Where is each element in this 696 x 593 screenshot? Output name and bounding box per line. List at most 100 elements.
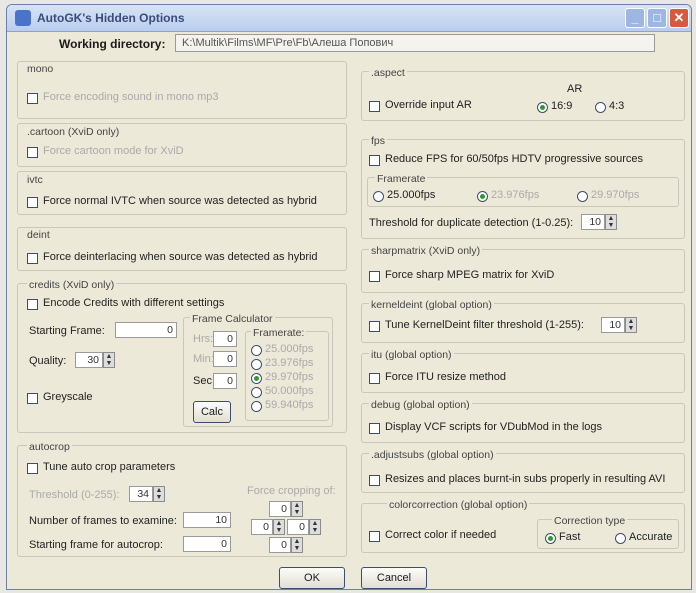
correction-radio-1[interactable] (615, 533, 626, 544)
duplicate-threshold-spinner[interactable]: ▲ ▼ (605, 214, 617, 230)
start-frame-input[interactable]: 0 (183, 536, 231, 552)
deint-checkbox[interactable] (27, 253, 38, 264)
autocrop-checkbox[interactable] (27, 463, 38, 474)
greyscale-checkbox[interactable] (27, 393, 38, 404)
fps-radio-2[interactable] (577, 191, 588, 202)
crop-right-spinner[interactable]: ▲ ▼ (309, 519, 321, 535)
colorcorrection-title: colorcorrection (global option) (387, 499, 530, 511)
frames-input[interactable]: 10 (183, 512, 231, 528)
fps-checkbox[interactable] (369, 155, 380, 166)
min-input[interactable]: 0 (213, 351, 237, 367)
calc-fps-radio-0[interactable] (251, 345, 262, 356)
fps-title: fps (369, 135, 388, 147)
ar-label: AR (567, 83, 583, 95)
aspect-label: Override input AR (385, 99, 472, 111)
ar-radio-0[interactable] (537, 102, 548, 113)
fps-label: Reduce FPS for 60/50fps HDTV progressive… (385, 153, 644, 165)
autocrop-label: Tune auto crop parameters (43, 461, 176, 473)
adjustsubs-title: .adjustsubs (global option) (369, 449, 496, 461)
maximize-button[interactable]: □ (647, 8, 667, 28)
crop-top-input[interactable]: 0 (269, 501, 291, 517)
debug-label: Display VCF scripts for VDubMod in the l… (385, 421, 603, 433)
calc-framerate-title: Framerate: (251, 327, 307, 339)
ok-button[interactable]: OK (279, 567, 345, 589)
cartoon-label: Force cartoon mode for XviD (43, 145, 184, 157)
fps-option-1: 23.976fps (491, 189, 540, 201)
fps-radio-1[interactable] (477, 191, 488, 202)
colorcorrection-checkbox[interactable] (369, 531, 380, 542)
aspect-title: .aspect (369, 67, 407, 79)
adjustsubs-checkbox[interactable] (369, 475, 380, 486)
deint-group (17, 227, 347, 271)
aspect-checkbox[interactable] (369, 101, 380, 112)
quality-input[interactable]: 30 (75, 352, 103, 368)
calc-fps-label-4: 59.940fps (265, 399, 314, 411)
kerneldeint-label: Tune KernelDeint filter threshold (1-255… (385, 319, 584, 331)
crop-left-spinner[interactable]: ▲ ▼ (273, 519, 285, 535)
calc-button[interactable]: Calc (193, 401, 231, 423)
colorcorrection-label: Correct color if needed (385, 529, 497, 541)
crop-right-input[interactable]: 0 (287, 519, 309, 535)
aspect-group (361, 71, 685, 121)
mono-title: mono (27, 63, 54, 75)
working-directory-field[interactable]: K:\Multik\Films\MF\Pre\Fb\Алеша Попович (175, 34, 655, 52)
sec-input[interactable]: 0 (213, 373, 237, 389)
duplicate-threshold-label: Threshold for duplicate detection (1-0.2… (369, 217, 574, 229)
cancel-button[interactable]: Cancel (361, 567, 427, 589)
kerneldeint-spinner[interactable]: ▲ ▼ (625, 317, 637, 333)
calc-fps-radio-1[interactable] (251, 359, 262, 370)
ivtc-label: Force normal IVTC when source was detect… (43, 195, 317, 207)
threshold-spinner[interactable]: ▲ ▼ (153, 486, 165, 502)
kerneldeint-checkbox[interactable] (369, 321, 380, 332)
fps-radio-0[interactable] (373, 191, 384, 202)
mono-checkbox[interactable] (27, 93, 38, 104)
fps-option-0: 25.000fps (387, 189, 436, 201)
crop-left-input[interactable]: 0 (251, 519, 273, 535)
deint-title: deint (27, 229, 50, 241)
ivtc-title: ivtc (27, 174, 43, 186)
correction-radio-0[interactable] (545, 533, 556, 544)
ar-label-1: 4:3 (609, 100, 625, 112)
calc-fps-radio-4[interactable] (251, 401, 262, 412)
threshold-label: Threshold (0-255): (29, 489, 120, 501)
deint-label: Force deinterlacing when source was dete… (43, 251, 318, 263)
starting-frame-input[interactable]: 0 (115, 322, 177, 338)
crop-top-spinner[interactable]: ▲ ▼ (291, 501, 303, 517)
minimize-button[interactable]: _ (625, 8, 645, 28)
min-label: Min: (193, 353, 214, 365)
calc-fps-radio-2[interactable] (251, 373, 262, 384)
mono-group (17, 61, 347, 119)
hrs-input[interactable]: 0 (213, 331, 237, 347)
greyscale-label: Greyscale (43, 391, 93, 403)
kerneldeint-input[interactable]: 10 (601, 317, 625, 333)
credits-label: Encode Credits with different settings (43, 297, 225, 309)
calc-fps-label-3: 50.000fps (265, 385, 314, 397)
quality-label: Quality: (29, 355, 67, 367)
debug-checkbox[interactable] (369, 423, 380, 434)
calc-fps-radio-3[interactable] (251, 387, 262, 398)
ivtc-checkbox[interactable] (27, 197, 38, 208)
correction-option-0: Fast (559, 531, 581, 543)
duplicate-threshold-input[interactable]: 10 (581, 214, 605, 230)
cartoon-title: .cartoon (XviD only) (27, 126, 120, 138)
debug-title: debug (global option) (369, 399, 472, 411)
kerneldeint-title: kerneldeint (global option) (369, 299, 494, 311)
frame-calculator-title: Frame Calculator (190, 313, 275, 325)
title-bar: AutoGK's Hidden Options _ □ ✕ (7, 5, 691, 32)
autocrop-title: autocrop (27, 441, 72, 453)
ar-radio-1[interactable] (595, 102, 606, 113)
force-cropping-label: Force cropping of: (247, 485, 336, 497)
threshold-input[interactable]: 34 (129, 486, 153, 502)
app-icon (15, 10, 31, 26)
crop-bottom-spinner[interactable]: ▲ ▼ (291, 537, 303, 553)
quality-spinner[interactable]: ▲ ▼ (103, 352, 115, 368)
sharpmatrix-checkbox[interactable] (369, 271, 380, 282)
crop-bottom-input[interactable]: 0 (269, 537, 291, 553)
cartoon-checkbox[interactable] (27, 147, 38, 158)
itu-checkbox[interactable] (369, 373, 380, 384)
fps-option-2: 29.970fps (591, 189, 640, 201)
window-title: AutoGK's Hidden Options (37, 11, 185, 25)
mono-label: Force encoding sound in mono mp3 (43, 91, 219, 103)
credits-checkbox[interactable] (27, 299, 38, 310)
close-button[interactable]: ✕ (669, 8, 689, 28)
